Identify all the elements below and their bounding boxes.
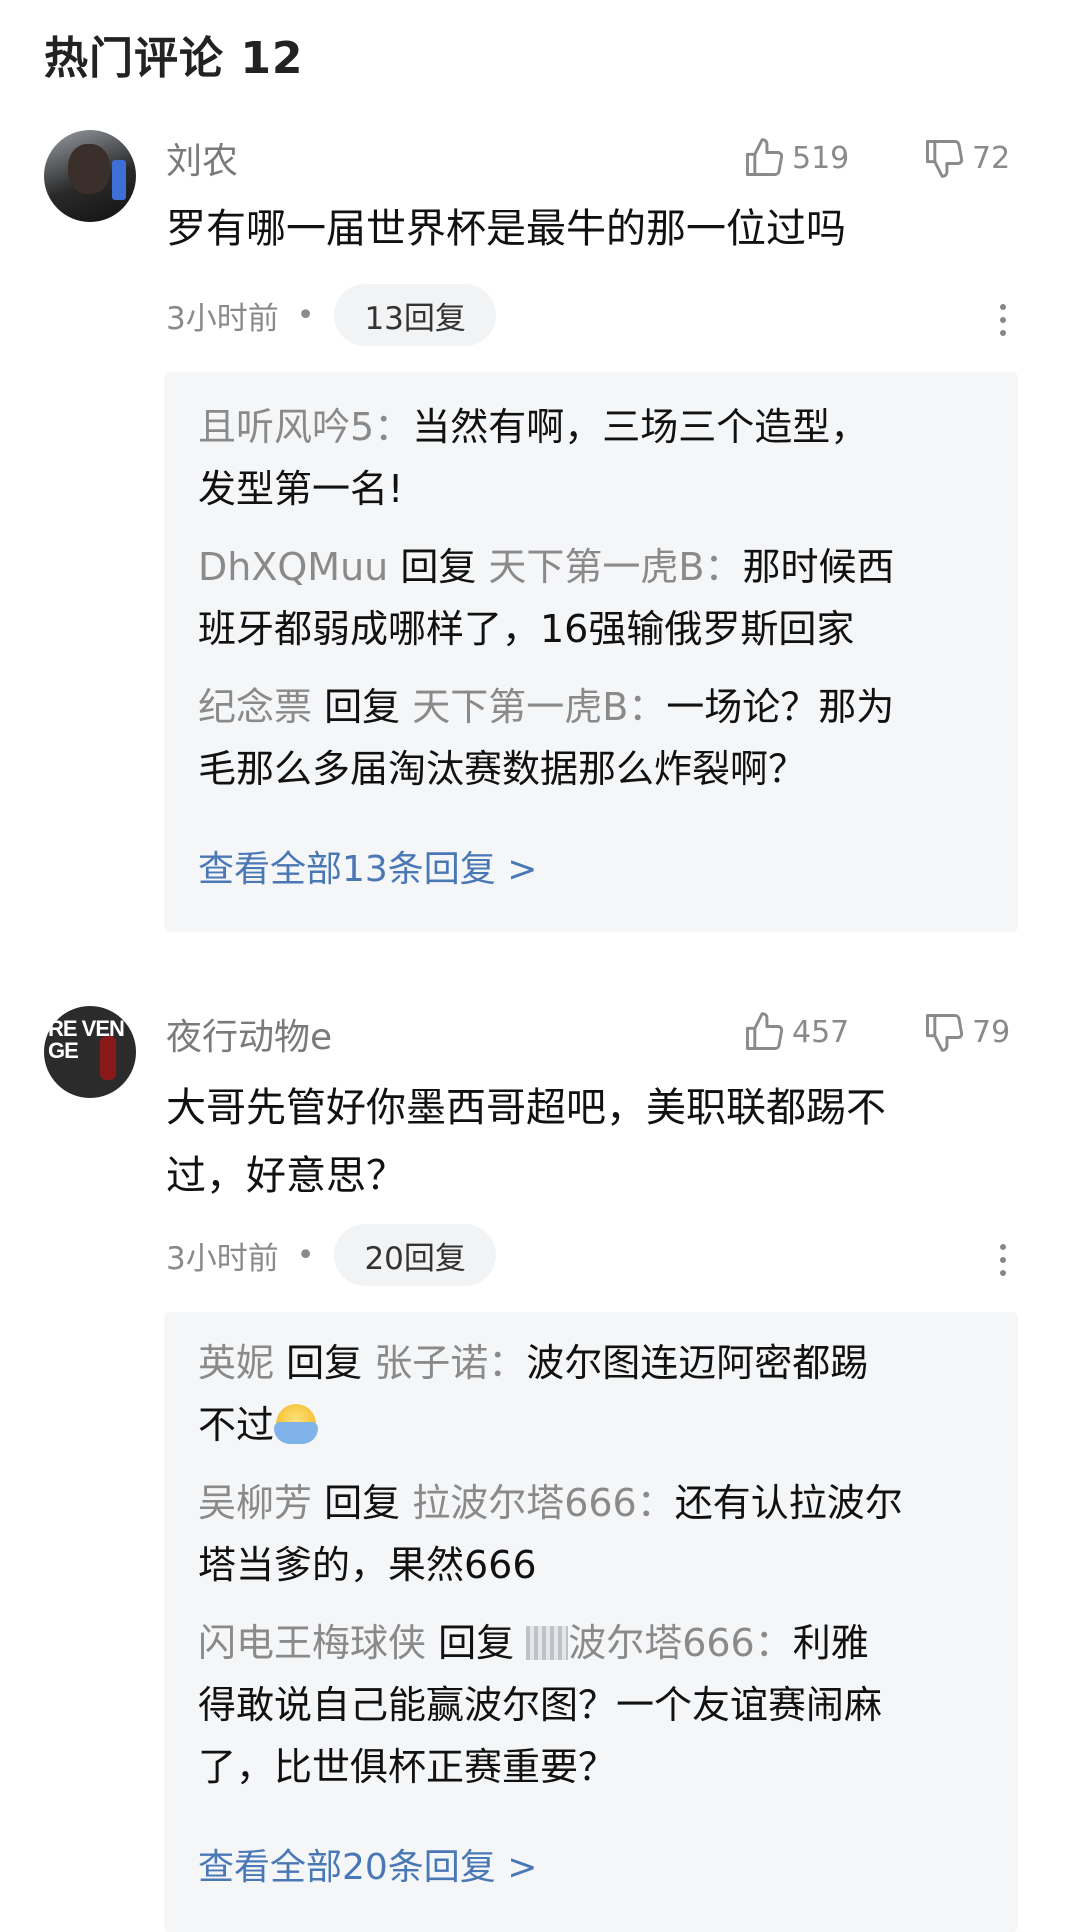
reply-text: 了，比世俱杯正赛重要？ (198, 1745, 617, 1789)
comment-meta: 3小时前 • 20回复 (166, 1224, 496, 1286)
reply-item[interactable]: DhXQMuu 回复 天下第一虎B：那时候西 班牙都弱成哪样了，16强输俄罗斯回… (198, 536, 988, 660)
comment-time: 3小时前 (166, 1240, 279, 1277)
reply-target[interactable]: 拉波尔塔666 (412, 1481, 637, 1525)
dislike-count: 79 (972, 1014, 1011, 1050)
reply-text: 利雅 (792, 1621, 869, 1665)
reply-username[interactable]: 且听风吟5 (198, 405, 374, 449)
reply-count-button[interactable]: 13回复 (334, 284, 496, 346)
reply-text: 不过 (198, 1403, 275, 1447)
reply-text: 得敢说自己能赢波尔图？一个友谊赛闹麻 (198, 1683, 883, 1727)
reply-username[interactable]: 吴柳芳 (198, 1481, 312, 1525)
reply-item[interactable]: 英妮 回复 张子诺：波尔图连迈阿密都踢 不过 (198, 1332, 988, 1456)
reply-target[interactable]: 天下第一虎B (488, 545, 704, 589)
reply-word: 回复 (426, 1621, 527, 1665)
section-title: 热门评论 12 (44, 33, 304, 84)
reply-text: 一场论？那为 (666, 685, 895, 729)
meta-dot: • (296, 297, 315, 333)
reply-text: 塔当爹的，果然666 (198, 1543, 537, 1587)
emoji-icon (274, 1404, 319, 1444)
more-vertical-icon[interactable] (1000, 304, 1008, 343)
reply-target[interactable]: 天下第一虎B (412, 685, 628, 729)
reply-count-button[interactable]: 20回复 (334, 1224, 496, 1286)
comment-time: 3小时前 (166, 300, 279, 337)
reply-item[interactable]: 且听风吟5：当然有啊，三场三个造型， 发型第一名! (198, 396, 988, 520)
reply-word: 回复 (312, 685, 413, 729)
reply-word: 回复 (274, 1341, 375, 1385)
view-all-replies-link[interactable]: 查看全部13条回复 > (198, 840, 537, 892)
masked-text (526, 1626, 569, 1660)
reply-text: 发型第一名! (198, 467, 404, 511)
meta-dot: • (296, 1237, 315, 1273)
reply-username[interactable]: 英妮 (198, 1341, 274, 1385)
more-vertical-icon[interactable] (1000, 1244, 1008, 1283)
avatar[interactable]: RE VEN GE (44, 1006, 136, 1098)
reply-text: 那时候西 (742, 545, 895, 589)
reply-item[interactable]: 纪念票 回复 天下第一虎B：一场论？那为 毛那么多届淘汰赛数据那么炸裂啊？ (198, 676, 988, 800)
dislike-count: 72 (972, 140, 1011, 176)
comment-meta: 3小时前 • 13回复 (166, 284, 496, 346)
reply-target[interactable]: 张子诺 (374, 1341, 488, 1385)
reply-word: 回复 (388, 545, 489, 589)
reply-target[interactable]: 波尔塔666 (568, 1621, 755, 1665)
like-count: 457 (792, 1014, 850, 1050)
dislike-button[interactable]: 79 (922, 1010, 1010, 1054)
dislike-button[interactable]: 72 (922, 136, 1010, 180)
like-count: 519 (792, 140, 850, 176)
thumbs-up-icon (746, 138, 784, 176)
reply-text: 波尔图连迈阿密都踢 (526, 1341, 869, 1385)
thumbs-up-icon (746, 1012, 784, 1050)
reply-username[interactable]: DhXQMuu (198, 545, 388, 589)
comment-username[interactable]: 夜行动物e (166, 1008, 332, 1060)
avatar[interactable] (44, 130, 136, 222)
reply-username[interactable]: 纪念票 (198, 685, 312, 729)
reply-word: 回复 (312, 1481, 413, 1525)
like-button[interactable]: 519 (742, 136, 849, 180)
reply-text: 当然有啊，三场三个造型， (412, 405, 869, 449)
avatar-text: RE VEN GE (48, 1016, 125, 1063)
reply-text: 毛那么多届淘汰赛数据那么炸裂啊？ (198, 747, 807, 791)
thumbs-down-icon (926, 140, 964, 178)
reply-box: 英妮 回复 张子诺：波尔图连迈阿密都踢 不过 吴柳芳 回复 拉波尔塔666：还有… (164, 1312, 1018, 1932)
reply-item[interactable]: 闪电王梅球侠 回复 波尔塔666：利雅 得敢说自己能赢波尔图？一个友谊赛闹麻 了… (198, 1612, 988, 1798)
reply-username[interactable]: 闪电王梅球侠 (198, 1621, 426, 1665)
reply-item[interactable]: 吴柳芳 回复 拉波尔塔666：还有认拉波尔 塔当爹的，果然666 (198, 1472, 988, 1596)
comment-text: 罗有哪一届世界杯是最牛的那一位过吗 (166, 206, 846, 252)
comment-username[interactable]: 刘农 (166, 132, 238, 184)
view-all-replies-link[interactable]: 查看全部20条回复 > (198, 1838, 537, 1890)
reply-text: 班牙都弱成哪样了，16强输俄罗斯回家 (198, 607, 855, 651)
reply-text: 还有认拉波尔 (674, 1481, 903, 1525)
like-button[interactable]: 457 (742, 1010, 849, 1054)
thumbs-down-icon (926, 1014, 964, 1052)
comment-text: 大哥先管好你墨西哥超吧，美职联都踢不 过，好意思？ (166, 1085, 886, 1199)
reply-box: 且听风吟5：当然有啊，三场三个造型， 发型第一名! DhXQMuu 回复 天下第… (164, 372, 1018, 932)
